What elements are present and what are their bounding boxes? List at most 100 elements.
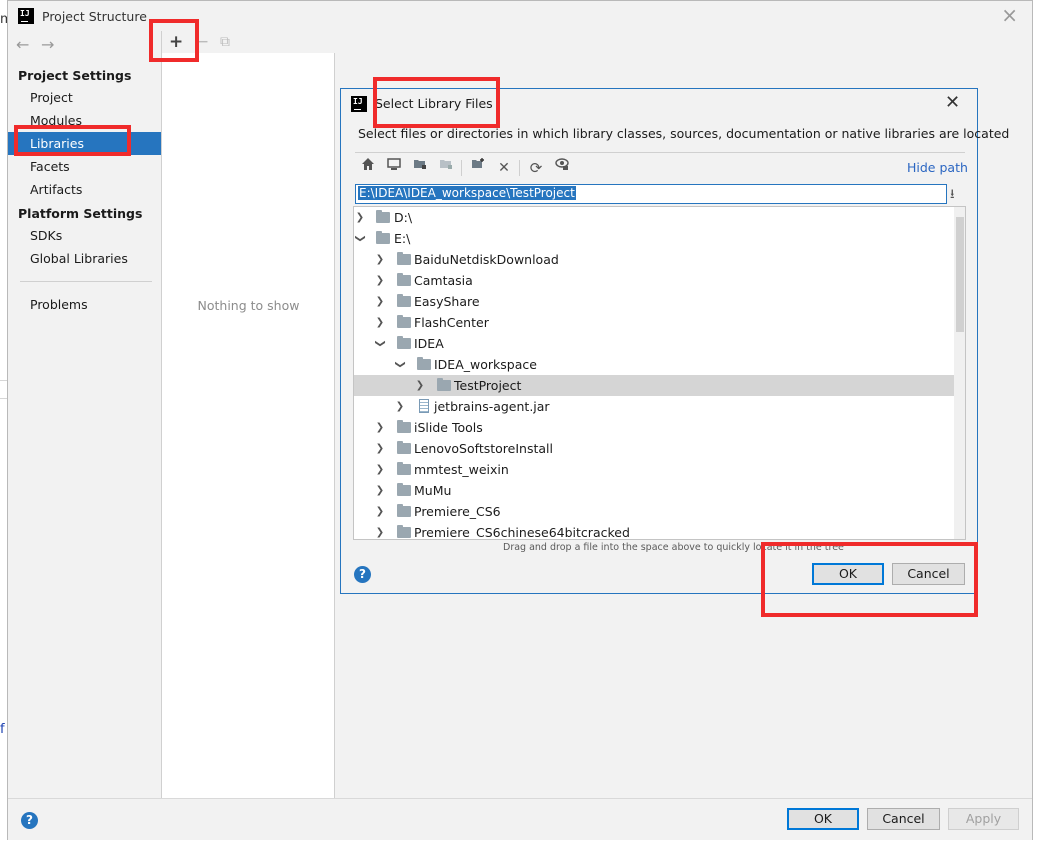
module-folder-icon[interactable] xyxy=(435,157,457,179)
tree-row-folder[interactable]: ❯ iSlide Tools xyxy=(354,417,954,438)
tree-row-label: Camtasia xyxy=(414,273,473,288)
forward-arrow-icon[interactable]: → xyxy=(41,35,54,54)
chevron-right-icon[interactable]: ❯ xyxy=(374,438,386,459)
drag-drop-hint: Drag and drop a file into the space abov… xyxy=(503,542,844,553)
folder-icon xyxy=(397,483,411,496)
chevron-right-icon[interactable]: ❯ xyxy=(354,207,366,228)
chevron-right-icon[interactable]: ❯ xyxy=(374,417,386,438)
scrollbar-thumb[interactable] xyxy=(956,217,964,332)
tree-row-folder[interactable]: ❯ Premiere_CS6chinese64bitcracked xyxy=(354,522,954,540)
libraries-list[interactable]: Nothing to show xyxy=(162,53,335,798)
tree-row-test-project[interactable]: ❯ TestProject xyxy=(354,375,954,396)
chevron-right-icon[interactable]: ❯ xyxy=(374,501,386,522)
tree-row-label: jetbrains-agent.jar xyxy=(434,399,550,414)
tree-row-label: LenovoSoftstoreInstall xyxy=(414,441,553,456)
chevron-right-icon[interactable]: ❯ xyxy=(374,522,386,539)
path-field-value: E:\IDEA\IDEA_workspace\TestProject xyxy=(358,186,576,200)
chevron-right-icon[interactable]: ❯ xyxy=(374,249,386,270)
folder-icon xyxy=(397,462,411,475)
delete-icon[interactable]: ✕ xyxy=(493,157,515,179)
folder-icon xyxy=(397,336,411,349)
tree-row-folder[interactable]: ❯ FlashCenter xyxy=(354,312,954,333)
dialog-help-icon[interactable]: ? xyxy=(354,566,371,583)
bottom-button-bar: ? OK Cancel Apply xyxy=(8,798,1032,840)
tree-row-folder[interactable]: ❯ mmtest_weixin xyxy=(354,459,954,480)
chevron-right-icon[interactable]: ❯ xyxy=(414,375,426,396)
select-library-files-dialog: IJ Select Library Files ✕ Select files o… xyxy=(340,88,1009,594)
project-settings-heading: Project Settings xyxy=(18,68,132,83)
cancel-button[interactable]: Cancel xyxy=(867,808,940,830)
tree-row-d-drive[interactable]: ❯ D:\ xyxy=(354,207,954,228)
dialog-close-icon[interactable]: ✕ xyxy=(945,92,960,113)
chevron-down-icon[interactable]: ❯ xyxy=(370,338,391,350)
drive-icon xyxy=(376,210,390,223)
tree-row-idea[interactable]: ❯ IDEA xyxy=(354,333,954,354)
ok-button[interactable]: OK xyxy=(787,808,859,830)
chevron-right-icon[interactable]: ❯ xyxy=(374,312,386,333)
window-close-button[interactable]: × xyxy=(1001,5,1018,25)
path-field[interactable]: E:\IDEA\IDEA_workspace\TestProject xyxy=(355,184,947,204)
apply-button[interactable]: Apply xyxy=(948,808,1019,830)
chevron-right-icon[interactable]: ❯ xyxy=(374,291,386,312)
file-chooser-toolbar: ✕ ⟳ xyxy=(355,157,775,179)
show-hidden-icon[interactable] xyxy=(551,157,573,179)
nav-item-artifacts[interactable]: Artifacts xyxy=(8,178,161,201)
folder-icon xyxy=(397,420,411,433)
folder-icon xyxy=(397,273,411,286)
tree-row-jar[interactable]: ❯ jetbrains-agent.jar xyxy=(354,396,954,417)
tree-row-label: Premiere_CS6 xyxy=(414,504,501,519)
tree-row-folder[interactable]: ❯ Camtasia xyxy=(354,270,954,291)
tree-row-e-drive[interactable]: ❯ E:\ xyxy=(354,228,954,249)
chevron-right-icon[interactable]: ❯ xyxy=(374,480,386,501)
nav-item-global-libraries[interactable]: Global Libraries xyxy=(8,247,161,270)
tree-row-idea-workspace[interactable]: ❯ IDEA_workspace xyxy=(354,354,954,375)
file-tree[interactable]: ❯ D:\ ❯ E:\ ❯ BaiduNetdiskDownload ❯ Cam… xyxy=(353,206,966,540)
remove-library-icon[interactable]: − xyxy=(195,31,209,53)
tree-row-folder[interactable]: ❯ MuMu xyxy=(354,480,954,501)
tree-row-folder[interactable]: ❯ Premiere_CS6 xyxy=(354,501,954,522)
tree-row-folder[interactable]: ❯ EasyShare xyxy=(354,291,954,312)
chevron-down-icon[interactable]: ❯ xyxy=(354,233,371,245)
nav-item-project[interactable]: Project xyxy=(8,86,161,109)
folder-icon xyxy=(397,315,411,328)
home-icon[interactable] xyxy=(357,157,379,179)
nav-item-facets[interactable]: Facets xyxy=(8,155,161,178)
toolbar-separator xyxy=(461,160,462,176)
project-folder-icon[interactable] xyxy=(409,157,431,179)
chevron-right-icon[interactable]: ❯ xyxy=(374,459,386,480)
back-arrow-icon[interactable]: ← xyxy=(16,35,29,54)
nav-item-sdks[interactable]: SDKs xyxy=(8,224,161,247)
desktop-icon[interactable] xyxy=(383,157,405,179)
new-folder-icon[interactable] xyxy=(467,157,489,179)
platform-settings-heading: Platform Settings xyxy=(18,206,143,221)
tree-row-label: Premiere_CS6chinese64bitcracked xyxy=(414,525,630,540)
folder-icon xyxy=(417,357,431,370)
add-library-icon[interactable]: + xyxy=(169,31,183,53)
folder-icon xyxy=(397,504,411,517)
chevron-right-icon[interactable]: ❯ xyxy=(394,396,406,417)
tree-row-label: iSlide Tools xyxy=(414,420,483,435)
dialog-description: Select files or directories in which lib… xyxy=(358,126,1010,141)
path-history-icon[interactable]: ⭳ xyxy=(950,185,955,207)
copy-library-icon[interactable]: ⧉ xyxy=(220,31,230,53)
dialog-divider xyxy=(355,152,965,153)
empty-list-text: Nothing to show xyxy=(197,298,300,313)
folder-icon xyxy=(397,525,411,538)
dialog-cancel-button[interactable]: Cancel xyxy=(892,563,965,585)
tree-row-label: MuMu xyxy=(414,483,452,498)
refresh-icon[interactable]: ⟳ xyxy=(525,157,547,179)
tree-row-folder[interactable]: ❯ BaiduNetdiskDownload xyxy=(354,249,954,270)
intellij-logo-icon: IJ xyxy=(351,96,367,112)
hide-path-link[interactable]: Hide path xyxy=(907,160,968,175)
nav-item-libraries[interactable]: Libraries xyxy=(8,132,161,155)
chevron-right-icon[interactable]: ❯ xyxy=(374,270,386,291)
nav-item-problems[interactable]: Problems xyxy=(8,293,161,316)
nav-item-modules[interactable]: Modules xyxy=(8,109,161,132)
help-icon[interactable]: ? xyxy=(21,812,38,829)
tree-row-folder[interactable]: ❯ LenovoSoftstoreInstall xyxy=(354,438,954,459)
tree-row-label: BaiduNetdiskDownload xyxy=(414,252,559,267)
tree-scrollbar[interactable] xyxy=(954,207,965,539)
dialog-ok-button[interactable]: OK xyxy=(812,563,884,585)
chevron-down-icon[interactable]: ❯ xyxy=(390,359,411,371)
tree-row-label: IDEA xyxy=(414,336,444,351)
